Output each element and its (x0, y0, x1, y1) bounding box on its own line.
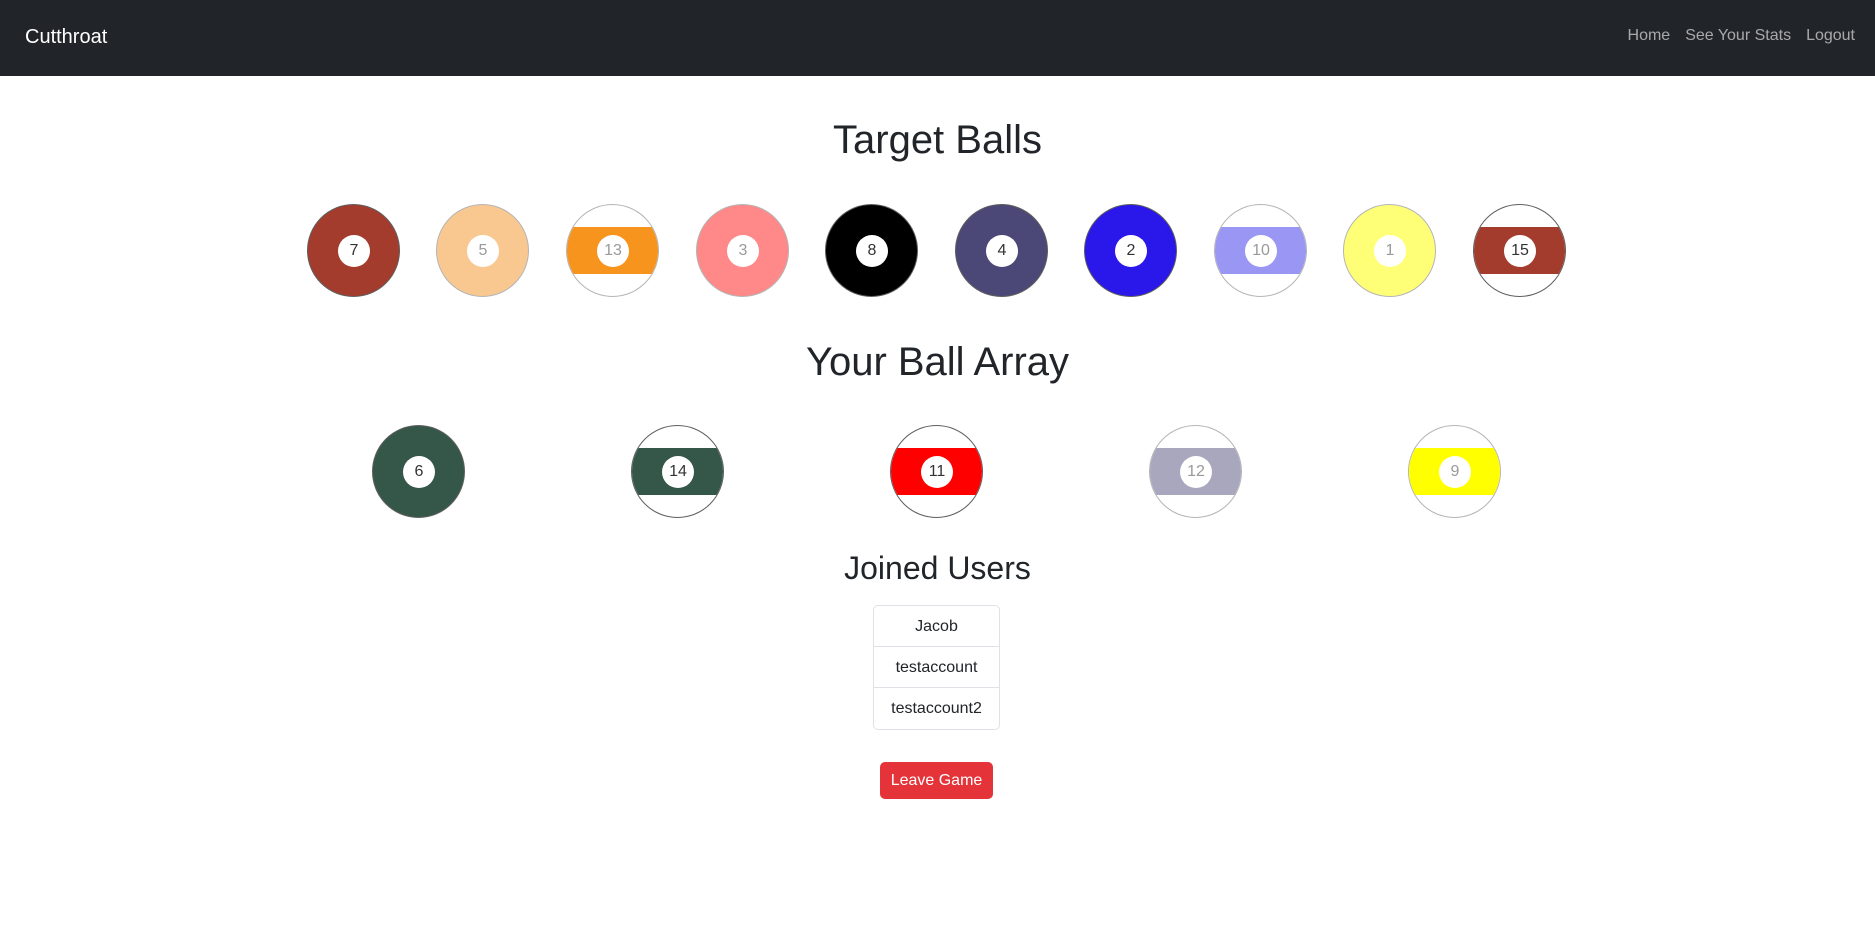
target-ball[interactable]: 13 (566, 204, 659, 297)
array-ball[interactable]: 9 (1408, 425, 1501, 518)
ball-number: 13 (597, 235, 629, 267)
ball-number: 11 (921, 456, 953, 488)
nav-links: Home See Your Stats Logout (1613, 26, 1855, 46)
ball-number: 3 (727, 235, 759, 267)
ball-number: 12 (1180, 456, 1212, 488)
target-ball[interactable]: 3 (696, 204, 789, 297)
nav-link-stats[interactable]: See Your Stats (1685, 26, 1791, 46)
ball-number: 9 (1439, 456, 1471, 488)
user-list-item: Jacob (874, 606, 999, 647)
ball-number: 2 (1115, 235, 1147, 267)
ball-number: 14 (662, 456, 694, 488)
navbar: Cutthroat Home See Your Stats Logout (0, 0, 1875, 76)
array-ball[interactable]: 6 (372, 425, 465, 518)
ball-number: 15 (1504, 235, 1536, 267)
array-ball[interactable]: 11 (890, 425, 983, 518)
ball-number: 6 (403, 456, 435, 488)
array-ball[interactable]: 12 (1149, 425, 1242, 518)
joined-users-list: Jacob testaccount testaccount2 (873, 605, 1000, 730)
target-ball[interactable]: 1 (1343, 204, 1436, 297)
user-list-item: testaccount2 (891, 700, 982, 717)
target-ball[interactable]: 7 (307, 204, 400, 297)
array-ball[interactable]: 14 (631, 425, 724, 518)
ball-number: 7 (338, 235, 370, 267)
target-ball[interactable]: 5 (436, 204, 529, 297)
ball-number: 8 (856, 235, 888, 267)
target-ball[interactable]: 2 (1084, 204, 1177, 297)
nav-link-logout[interactable]: Logout (1806, 26, 1855, 46)
ball-number: 1 (1374, 235, 1406, 267)
target-balls-heading: Target Balls (833, 118, 1042, 162)
ball-array-heading: Your Ball Array (805, 340, 1070, 384)
nav-link-home[interactable]: Home (1628, 26, 1671, 46)
ball-number: 4 (986, 235, 1018, 267)
target-ball[interactable]: 15 (1473, 204, 1566, 297)
leave-game-button[interactable]: Leave Game (880, 762, 993, 799)
target-ball[interactable]: 10 (1214, 204, 1307, 297)
user-list-item: testaccount (874, 647, 999, 688)
target-ball[interactable]: 8 (825, 204, 918, 297)
target-ball[interactable]: 4 (955, 204, 1048, 297)
joined-users-heading: Joined Users (844, 550, 1031, 586)
ball-number: 5 (467, 235, 499, 267)
brand-link[interactable]: Cutthroat (25, 25, 107, 49)
ball-number: 10 (1245, 235, 1277, 267)
